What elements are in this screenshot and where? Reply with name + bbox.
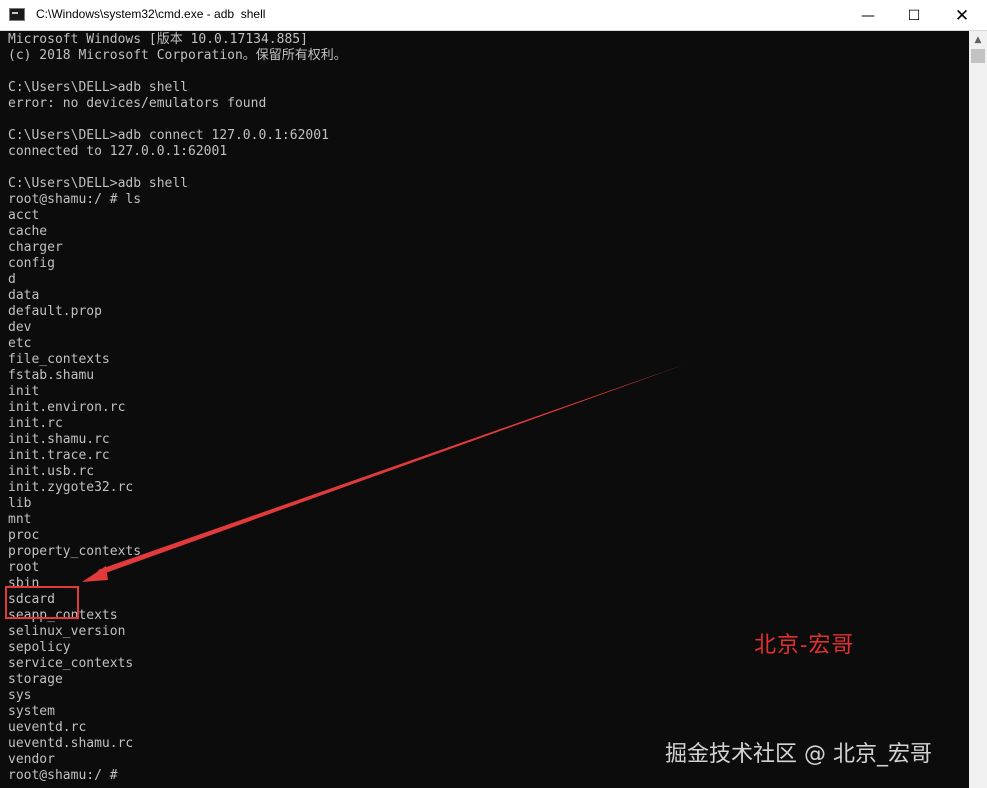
- cmd-app-icon: [9, 8, 25, 21]
- console-line: root: [8, 560, 40, 575]
- console-line: init.shamu.rc: [8, 432, 110, 447]
- minimize-button[interactable]: —: [845, 0, 891, 31]
- console-line: init: [8, 384, 40, 399]
- console-line: data: [8, 288, 40, 303]
- console-line: root@shamu:/ #: [8, 768, 118, 783]
- console-line: sdcard: [8, 592, 55, 607]
- console-line: root@shamu:/ # ls: [8, 192, 142, 207]
- console-line: mnt: [8, 512, 32, 527]
- console-line: config: [8, 256, 55, 271]
- title-bar[interactable]: C:\Windows\system32\cmd.exe - adb shell …: [0, 0, 987, 31]
- console-line: init.rc: [8, 416, 63, 431]
- annotation-note: 北京-宏哥: [754, 633, 855, 658]
- console-line: sys: [8, 688, 32, 703]
- console-line: default.prop: [8, 304, 102, 319]
- sdcard-highlight-box: [5, 586, 79, 619]
- console-line: C:\Users\DELL>adb shell: [8, 176, 189, 191]
- vertical-scrollbar[interactable]: ▲: [969, 31, 987, 788]
- console-line: seapp_contexts: [8, 608, 118, 623]
- console-line: init.zygote32.rc: [8, 480, 134, 495]
- console-line: C:\Users\DELL>adb connect 127.0.0.1:6200…: [8, 128, 329, 143]
- console-line: d: [8, 272, 16, 287]
- console-line: sbin: [8, 576, 40, 591]
- console-line: connected to 127.0.0.1:62001: [8, 144, 228, 159]
- console-line: Microsoft Windows [版本 10.0.17134.885]: [8, 32, 308, 47]
- console-line: system: [8, 704, 55, 719]
- close-button[interactable]: ✕: [937, 0, 987, 31]
- console-line: lib: [8, 496, 32, 511]
- watermark-text: 掘金技术社区 @ 北京_宏哥: [665, 742, 932, 767]
- scroll-thumb[interactable]: [971, 49, 985, 63]
- console-line: acct: [8, 208, 40, 223]
- console-line: cache: [8, 224, 48, 239]
- console-line: error: no devices/emulators found: [8, 96, 267, 111]
- console-line: C:\Users\DELL>adb shell: [8, 80, 189, 95]
- console-line: init.trace.rc: [8, 448, 110, 463]
- console-line: file_contexts: [8, 352, 110, 367]
- console-line: charger: [8, 240, 63, 255]
- maximize-button[interactable]: ☐: [891, 0, 937, 31]
- console-line: dev: [8, 320, 32, 335]
- console-line: storage: [8, 672, 63, 687]
- console-line: etc: [8, 336, 32, 351]
- console-line: ueventd.rc: [8, 720, 87, 735]
- console-line: proc: [8, 528, 40, 543]
- scroll-up-arrow-icon[interactable]: ▲: [969, 31, 987, 48]
- console-line: property_contexts: [8, 544, 142, 559]
- console-line: (c) 2018 Microsoft Corporation。保留所有权利。: [8, 48, 347, 63]
- console-output[interactable]: Microsoft Windows [版本 10.0.17134.885] (c)…: [8, 32, 968, 788]
- cmd-window: C:\Windows\system32\cmd.exe - adb shell …: [0, 0, 987, 788]
- console-line: init.environ.rc: [8, 400, 126, 415]
- console-line: fstab.shamu: [8, 368, 95, 383]
- console-line: init.usb.rc: [8, 464, 95, 479]
- window-title: C:\Windows\system32\cmd.exe - adb shell: [36, 7, 266, 21]
